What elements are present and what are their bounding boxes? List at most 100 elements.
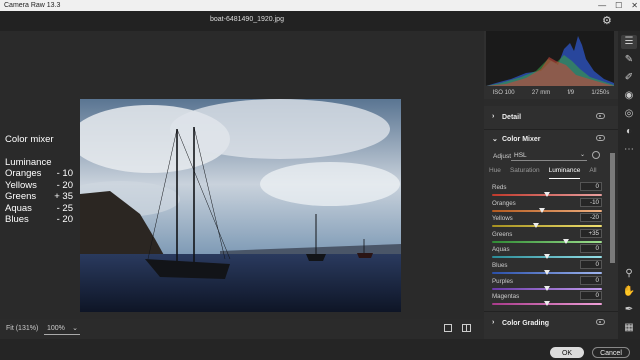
presets-icon[interactable]: ◐ [621,125,637,139]
slider-thumb[interactable] [544,270,550,275]
overlay-row: Blues - 20 [5,214,73,225]
overlay-title: Color mixer [5,134,54,145]
window-title-bar: Camera Raw 13.3 — ☐ ✕ [0,0,640,11]
window-controls: — ☐ ✕ [598,0,638,11]
aperture-value: f/9 [567,90,575,96]
chevron-right-icon: › [492,319,495,326]
ok-button[interactable]: OK [550,347,584,358]
slider-thumb[interactable] [533,223,539,229]
section-color-mixer[interactable]: ⌄ Color Mixer [484,130,618,150]
tab-all[interactable]: All [589,167,596,179]
overlay-row: Yellows - 20 [5,179,73,191]
tab-hue[interactable]: Hue [489,167,501,179]
section-color-grading[interactable]: › Color Grading [484,314,618,334]
cancel-button[interactable]: Cancel [592,347,630,358]
collapsed-section-edge [484,99,618,106]
minimize-button[interactable]: — [598,0,606,11]
chevron-down-icon: ⌄ [579,152,585,158]
brush-icon[interactable]: ✎ [621,53,637,67]
file-name: boat-6481490_1920.jpg [210,16,284,23]
slider-track[interactable] [492,209,602,212]
overlay-subtitle: Luminance [5,156,52,168]
zoom-select[interactable]: 100% ⌄ [44,323,80,335]
tab-saturation[interactable]: Saturation [510,167,540,179]
slider-thumb[interactable] [544,285,550,291]
eye-icon[interactable] [596,135,605,141]
slider-label: Reds [492,184,507,191]
section-title: Color Grading [502,320,550,327]
eye-icon[interactable] [596,319,605,325]
color-mixer-overlay: Color mixer Luminance Oranges - 10 Yellow… [5,134,73,226]
slider-value-field[interactable]: 0 [580,244,602,254]
slider-label: Oranges [492,199,516,207]
slider-thumb[interactable] [563,238,570,244]
slider-label: Magentas [492,293,520,301]
section-title: Color Mixer [502,136,541,143]
mask-icon[interactable]: ◉ [621,89,637,103]
slider-label: Greens [492,230,513,238]
top-bar: boat-6481490_1920.jpg ⚙ [0,11,640,31]
slider-thumb[interactable] [538,207,545,213]
focal-length-value: 27 mm [531,90,551,96]
overlay-row: Oranges - 10 [5,168,73,179]
adjust-select-value: HSL [514,152,527,159]
slider-thumb[interactable] [544,301,550,307]
image-canvas[interactable]: Color mixer Luminance Oranges - 10 Yellow… [0,31,484,319]
slider-label: Yellows [492,215,513,223]
slider-label: Blues [492,262,508,269]
adjust-label: Adjust [493,153,512,160]
slider-thumb[interactable] [544,254,550,260]
hand-icon[interactable]: ✋ [621,285,637,299]
section-title: Detail [502,114,522,121]
close-window-button[interactable]: ✕ [631,0,638,11]
fit-zoom-button[interactable]: Fit (131%) [6,325,38,332]
chevron-down-icon: ⌄ [492,136,498,143]
overlay-row: Greens + 35 [5,191,73,202]
zoom-icon[interactable]: ⚲ [621,267,637,281]
adjust-select[interactable]: HSL ⌄ [511,150,587,161]
slider-value-field[interactable]: -20 [580,213,602,223]
edit-sliders-icon[interactable]: ☰ [621,35,637,49]
before-after-view-icon[interactable] [462,324,471,332]
redeye-icon[interactable]: ◎ [621,107,637,121]
section-detail[interactable]: › Detail [484,108,618,128]
maximize-button[interactable]: ☐ [615,0,622,11]
slider-track[interactable] [492,240,602,243]
slider-thumb[interactable] [544,192,550,197]
view-bottom-bar: Fit (131%) 100% ⌄ [0,319,484,339]
photo-preview[interactable] [80,99,401,312]
slider-magentas[interactable]: Magentas 0 [492,291,604,308]
shutter-value: 1/250s [591,90,610,96]
panel-scrollbar[interactable] [610,153,615,263]
slider-track[interactable] [492,225,602,228]
slider-label: Purples [492,277,513,285]
slider-value-field[interactable]: 0 [580,275,602,285]
chevron-down-icon: ⌄ [72,325,78,332]
slider-label: Aquas [492,246,510,254]
histogram [486,31,614,86]
tab-luminance[interactable]: Luminance [548,167,581,179]
edit-panel: ISO 100 27 mm f/9 1/250s › Detail ⌄ Colo… [484,31,618,339]
eye-icon[interactable] [596,113,605,119]
gear-icon[interactable]: ⚙ [602,14,612,27]
more-icon[interactable]: ⋯ [621,143,637,157]
dialog-footer: OK Cancel [0,339,640,360]
hsl-tabs: Hue Saturation Luminance All [489,167,597,179]
single-view-icon[interactable] [444,324,452,332]
overlay-row: Aquas - 25 [5,202,73,214]
zoom-value: 100% [47,325,65,332]
slider-value-field[interactable]: 0 [580,260,602,269]
slider-value-field[interactable]: +35 [580,228,602,238]
chevron-right-icon: › [492,113,495,120]
tool-strip: ☰ ✎ ✐ ◉ ◎ ◐ ⋯ ⚲ ✋ ✒ ▦ [618,31,640,339]
healing-icon[interactable]: ✐ [621,71,637,85]
target-adjustment-icon[interactable] [592,151,600,159]
grid-icon[interactable]: ▦ [621,321,637,335]
slider-value-field[interactable]: -10 [580,197,602,207]
divider [484,311,618,312]
slider-value-field[interactable]: 0 [580,291,602,301]
exif-info: ISO 100 27 mm f/9 1/250s [484,87,618,99]
iso-value: ISO 100 [492,90,515,96]
slider-value-field[interactable]: 0 [580,182,602,191]
sampler-icon[interactable]: ✒ [621,303,637,317]
